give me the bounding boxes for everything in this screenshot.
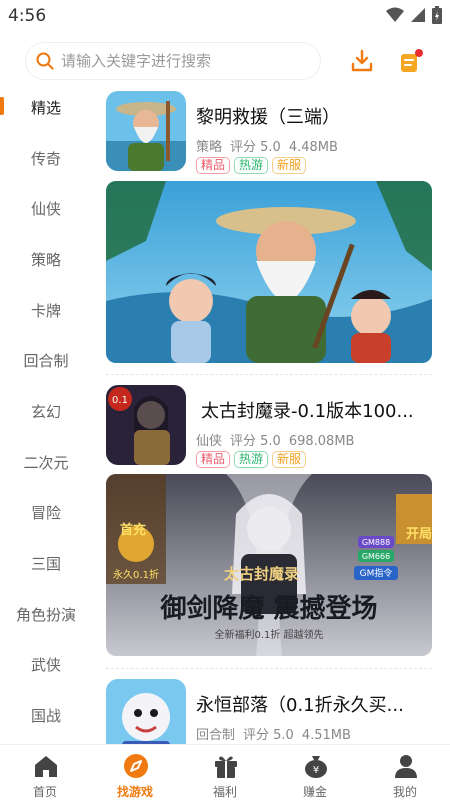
sidebar-item-huihezhi[interactable]: 回合制 (0, 340, 92, 380)
sidebar-item-kapai[interactable]: 卡牌 (0, 290, 92, 330)
sidebar-item-jingxuan[interactable]: 精选 (0, 87, 92, 127)
category-sidebar: 精选 传奇 仙侠 策略 卡牌 回合制 玄幻 二次元 冒险 三国 角色扮演 武侠 … (0, 0, 92, 744)
gift-icon (215, 756, 237, 778)
game-category: 策略 (196, 140, 223, 155)
game-tags: 精品 热游 新服 (196, 451, 307, 468)
svg-text:¥: ¥ (313, 765, 319, 776)
message-icon (401, 49, 423, 72)
sidebar-item-wuxia[interactable]: 武侠 (0, 644, 92, 684)
signal-icon (411, 8, 425, 22)
tag-xinfu: 新服 (272, 451, 307, 468)
banner-logo: 太古封魔录 (224, 565, 299, 583)
sidebar-item-label: 策略 (30, 250, 61, 269)
status-icons (386, 6, 442, 24)
sidebar-item-jueseb[interactable]: 角色扮演 (0, 594, 92, 634)
banner-gm2: GM666 (362, 552, 390, 561)
bottom-tab-bar: 首页 找游戏 福利 ¥ 赚金 我的 (0, 744, 450, 800)
sidebar-item-label: 传奇 (30, 149, 61, 168)
home-icon (35, 756, 57, 777)
sidebar-item-label: 武侠 (30, 655, 61, 674)
download-icon (351, 49, 373, 72)
game-size: 4.48MB (288, 140, 338, 155)
sidebar-item-guozhan[interactable]: 国战 (0, 695, 92, 735)
banner-gm3: GM指令 (360, 567, 393, 579)
tab-label: 首页 (32, 785, 57, 799)
sidebar-item-label: 角色扮演 (15, 605, 76, 624)
game-size: 698.08MB (288, 434, 355, 449)
download-button[interactable] (348, 47, 376, 75)
sidebar-item-label: 国战 (30, 706, 61, 725)
game-meta: 回合制 评分 5.0 4.51MB (196, 724, 359, 743)
thumb-badge-text: 0.1 (112, 395, 128, 406)
game-icon (106, 679, 186, 744)
game-icon: 0.1 (106, 385, 186, 465)
sidebar-item-label: 卡牌 (30, 301, 61, 320)
sidebar-item-maoxian[interactable]: 冒险 (0, 492, 92, 532)
tag-jingpin: 精品 (196, 451, 231, 468)
game-list: 黎明救援（三端） 策略 评分 5.0 4.48MB 精品 热游 新服 0.1 太… (106, 82, 436, 744)
list-divider (106, 668, 432, 669)
sidebar-item-label: 冒险 (30, 503, 61, 522)
game-category: 回合制 (196, 728, 236, 743)
game-icon (106, 91, 186, 171)
tag-jingpin: 精品 (196, 157, 231, 174)
tab-label: 赚金 (302, 785, 327, 799)
game-meta: 策略 评分 5.0 4.48MB (196, 136, 346, 155)
tag-xinfu: 新服 (272, 157, 307, 174)
sidebar-item-chuanqi[interactable]: 传奇 (0, 138, 92, 178)
sidebar-item-xianxia[interactable]: 仙侠 (0, 188, 92, 228)
user-icon (395, 755, 417, 778)
sidebar-item-celue[interactable]: 策略 (0, 239, 92, 279)
banner-slogan: 御剑降魔 震撼登场 (159, 593, 377, 624)
banner-left-top: 首充 (120, 522, 146, 538)
tag-reyou: 热游 (234, 157, 269, 174)
game-banner[interactable] (106, 181, 432, 363)
compass-icon (124, 754, 148, 778)
game-item[interactable]: 0.1 太古封魔录-0.1版本100... 仙侠 评分 5.0 698.08MB 精… (106, 385, 436, 468)
game-rating: 评分 5.0 (230, 140, 281, 155)
game-title: 太古封魔录-0.1版本100... (201, 401, 414, 422)
game-meta: 仙侠 评分 5.0 698.08MB (196, 430, 362, 449)
game-rating: 评分 5.0 (243, 728, 294, 743)
tab-label: 我的 (392, 785, 417, 799)
sidebar-item-label: 仙侠 (30, 199, 61, 218)
wifi-icon (386, 7, 404, 22)
tab-label: 福利 (212, 785, 237, 799)
tab-welfare[interactable]: 福利 (180, 745, 270, 800)
sidebar-item-xuanhuan[interactable]: 玄幻 (0, 391, 92, 431)
unread-dot (415, 49, 423, 57)
game-size: 4.51MB (301, 728, 351, 743)
game-rating: 评分 5.0 (230, 434, 281, 449)
game-banner[interactable]: 首充 永久0.1折 开局 太古封魔录 GM888 GM666 GM指令 御剑降魔… (106, 474, 432, 656)
tag-reyou: 热游 (234, 451, 269, 468)
tab-earn[interactable]: ¥ 赚金 (270, 745, 360, 800)
tab-home[interactable]: 首页 (0, 745, 90, 800)
game-tags: 精品 热游 新服 (196, 157, 307, 174)
sidebar-item-label: 玄幻 (30, 402, 61, 421)
money-bag-icon: ¥ (305, 756, 327, 778)
sidebar-item-label: 精选 (30, 98, 61, 117)
message-button[interactable] (398, 48, 424, 76)
sidebar-item-label: 三国 (30, 554, 61, 573)
banner-right-top: 开局 (406, 527, 432, 542)
sidebar-item-erciyuan[interactable]: 二次元 (0, 442, 92, 482)
tab-mine[interactable]: 我的 (360, 745, 450, 800)
banner-left-sub: 永久0.1折 (113, 568, 159, 581)
tab-find-games[interactable]: 找游戏 (90, 745, 180, 800)
banner-subline: 全新福利0.1折 超越领先 (214, 628, 323, 641)
sidebar-item-sanguo[interactable]: 三国 (0, 543, 92, 583)
sidebar-item-label: 回合制 (23, 351, 69, 370)
search-input[interactable] (61, 52, 301, 70)
game-title: 黎明救援（三端） (196, 107, 340, 128)
battery-icon (432, 6, 442, 24)
game-title: 永恒部落（0.1折永久买... (196, 695, 404, 716)
game-category: 仙侠 (196, 434, 223, 449)
game-item[interactable]: 黎明救援（三端） 策略 评分 5.0 4.48MB 精品 热游 新服 (106, 91, 436, 174)
banner-gm1: GM888 (362, 538, 390, 547)
game-item[interactable]: 永恒部落（0.1折永久买... 回合制评分 5.04.51MB 精品 热游 新服 (106, 679, 436, 744)
tab-label: 找游戏 (116, 785, 153, 799)
sidebar-item-label: 二次元 (23, 453, 69, 472)
list-divider (106, 374, 432, 375)
